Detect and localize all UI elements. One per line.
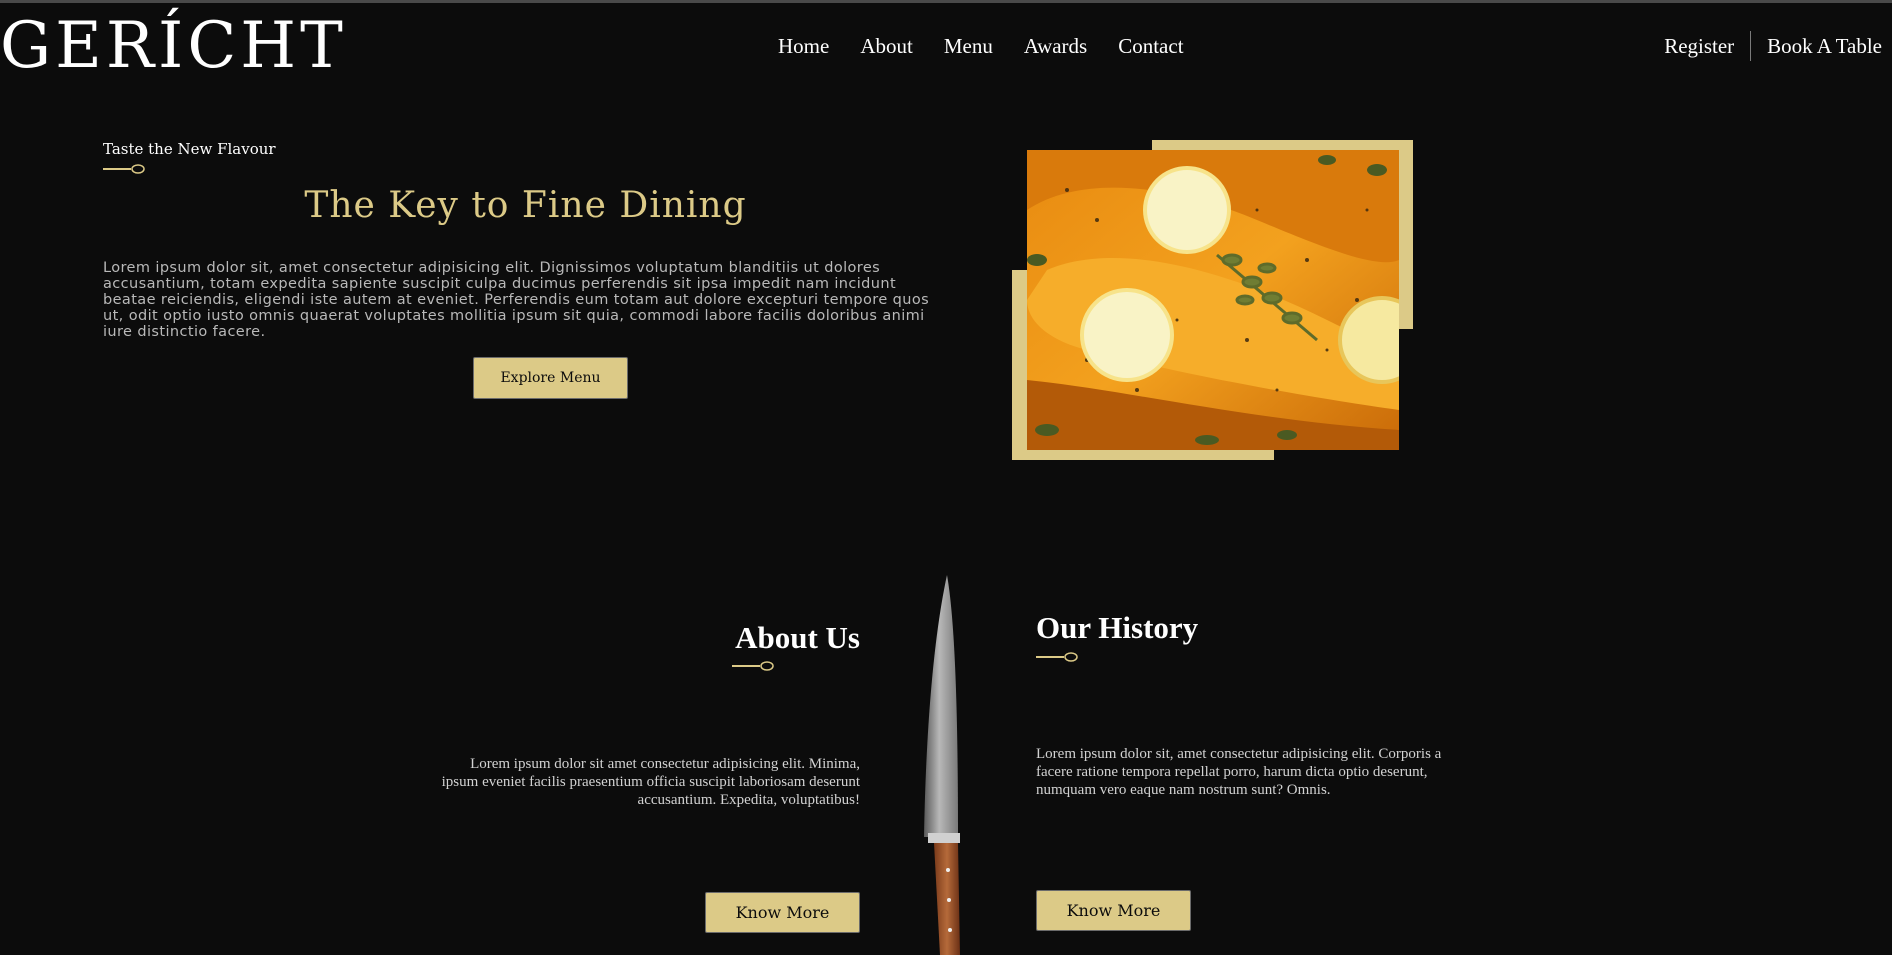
spoon-icon (732, 661, 774, 671)
spoon-icon (103, 164, 145, 174)
nav-link-contact[interactable]: Contact (1118, 34, 1183, 58)
nav-link-home[interactable]: Home (778, 34, 829, 58)
history-know-more-button[interactable]: Know More (1036, 890, 1191, 931)
nav-link-menu[interactable]: Menu (944, 34, 993, 58)
history-description: Lorem ipsum dolor sit, amet consectetur … (1036, 746, 1442, 798)
main-nav: Home About Menu Awards Contact (778, 34, 1215, 58)
about-know-more-button[interactable]: Know More (705, 892, 860, 933)
brand-logo[interactable]: GERÍCHT (0, 10, 347, 82)
nav-divider (1750, 31, 1752, 61)
nav-link-about[interactable]: About (860, 34, 913, 58)
window-top-border (0, 0, 1892, 3)
nav-auth: Register Book A Table (1664, 31, 1882, 61)
about-title: About Us (735, 620, 860, 655)
history-title: Our History (1036, 610, 1199, 645)
hero-subtitle: Taste the New Flavour (103, 140, 276, 158)
book-table-link[interactable]: Book A Table (1767, 31, 1882, 61)
register-link[interactable]: Register (1664, 31, 1734, 61)
explore-menu-button[interactable]: Explore Menu (473, 357, 628, 399)
spoon-icon (1036, 652, 1078, 662)
nav-link-awards[interactable]: Awards (1024, 34, 1087, 58)
about-description: Lorem ipsum dolor sit amet consectetur a… (441, 756, 860, 808)
hero-description: Lorem ipsum dolor sit, amet consectetur … (103, 260, 930, 340)
knife-image (924, 575, 960, 955)
salmon-dish-image (1027, 150, 1399, 450)
hero-title: The Key to Fine Dining (304, 185, 747, 226)
